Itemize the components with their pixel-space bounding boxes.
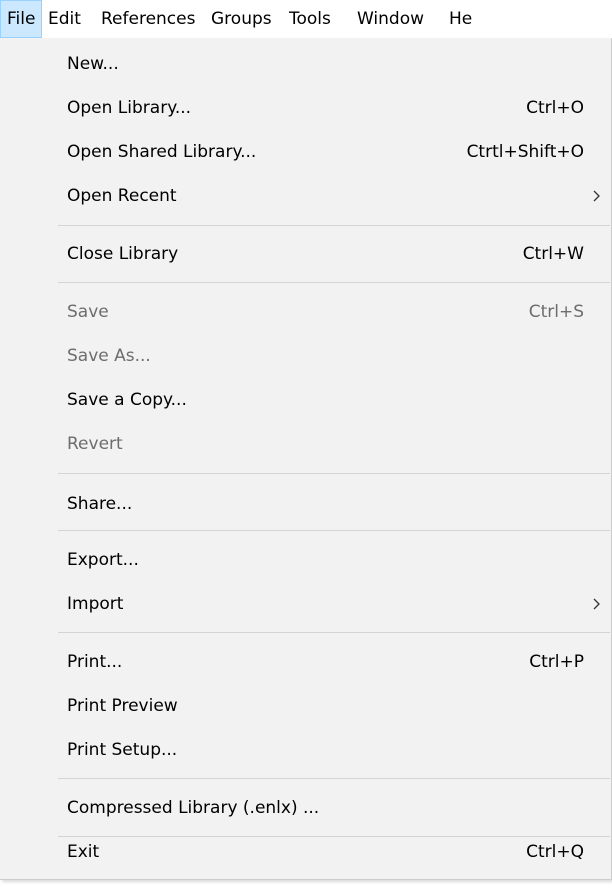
menu-item-shortcut: Ctrl+Q — [526, 842, 584, 862]
menu-item-open-shared-library[interactable]: Open Shared Library... Ctrtl+Shift+O — [0, 130, 610, 174]
menu-item-exit[interactable]: Exit Ctrl+Q — [0, 830, 610, 874]
menu-bar: File Edit References Groups Tools Window… — [0, 0, 612, 38]
menu-item-label: Share... — [67, 494, 133, 514]
chevron-right-icon — [590, 582, 604, 626]
menu-groups[interactable]: Groups — [205, 0, 278, 38]
menu-item-label: Close Library — [67, 244, 179, 264]
menu-separator — [58, 282, 610, 283]
menu-item-label: Open Shared Library... — [67, 142, 257, 162]
menu-item-label: Print... — [67, 652, 123, 672]
menu-item-label: Print Setup... — [67, 740, 178, 760]
menu-item-save-a-copy[interactable]: Save a Copy... — [0, 378, 610, 422]
menu-item-label: Save — [67, 302, 109, 322]
menu-item-print[interactable]: Print... Ctrl+P — [0, 640, 610, 684]
menu-item-shortcut: Ctrl+P — [529, 652, 584, 672]
menu-item-new[interactable]: New... — [0, 42, 610, 86]
menu-item-shortcut: Ctrtl+Shift+O — [466, 142, 584, 162]
menu-item-label: Compressed Library (.enlx) ... — [67, 798, 320, 818]
chevron-right-icon — [590, 174, 604, 218]
menu-window[interactable]: Window — [351, 0, 430, 38]
menu-item-label: Open Recent — [67, 186, 177, 206]
menu-item-label: Export... — [67, 550, 139, 570]
menu-separator — [58, 225, 610, 226]
menu-item-shortcut: Ctrl+S — [528, 302, 584, 322]
menu-item-label: Save a Copy... — [67, 390, 187, 410]
menu-item-print-setup[interactable]: Print Setup... — [0, 728, 610, 772]
menu-item-export[interactable]: Export... — [0, 538, 610, 582]
menu-item-print-preview[interactable]: Print Preview — [0, 684, 610, 728]
menu-help[interactable]: He — [443, 0, 478, 38]
file-menu-dropdown: New... Open Library... Ctrl+O Open Share… — [0, 38, 612, 880]
menu-item-save[interactable]: Save Ctrl+S — [0, 290, 610, 334]
menu-separator — [58, 473, 610, 474]
menu-item-share[interactable]: Share... — [0, 482, 610, 526]
menu-item-label: Import — [67, 594, 124, 614]
menu-item-open-library[interactable]: Open Library... Ctrl+O — [0, 86, 610, 130]
menu-item-shortcut: Ctrl+O — [526, 98, 584, 118]
menu-item-compressed-library[interactable]: Compressed Library (.enlx) ... — [0, 786, 610, 830]
menu-references[interactable]: References — [95, 0, 201, 38]
menu-separator — [58, 632, 610, 633]
menu-item-revert[interactable]: Revert — [0, 422, 610, 466]
menu-tools[interactable]: Tools — [283, 0, 337, 38]
menu-item-label: Open Library... — [67, 98, 192, 118]
menu-item-shortcut: Ctrl+W — [522, 244, 584, 264]
menu-item-label: New... — [67, 54, 119, 74]
menu-separator — [58, 778, 610, 779]
menu-file[interactable]: File — [0, 0, 43, 38]
menu-item-import[interactable]: Import — [0, 582, 610, 626]
menu-separator — [58, 530, 610, 531]
menu-item-open-recent[interactable]: Open Recent — [0, 174, 610, 218]
menu-item-save-as[interactable]: Save As... — [0, 334, 610, 378]
menu-edit[interactable]: Edit — [42, 0, 87, 38]
menu-item-label: Print Preview — [67, 696, 178, 716]
menu-item-label: Exit — [67, 842, 100, 862]
menu-item-label: Save As... — [67, 346, 151, 366]
menu-item-close-library[interactable]: Close Library Ctrl+W — [0, 232, 610, 276]
menu-item-label: Revert — [67, 434, 123, 454]
